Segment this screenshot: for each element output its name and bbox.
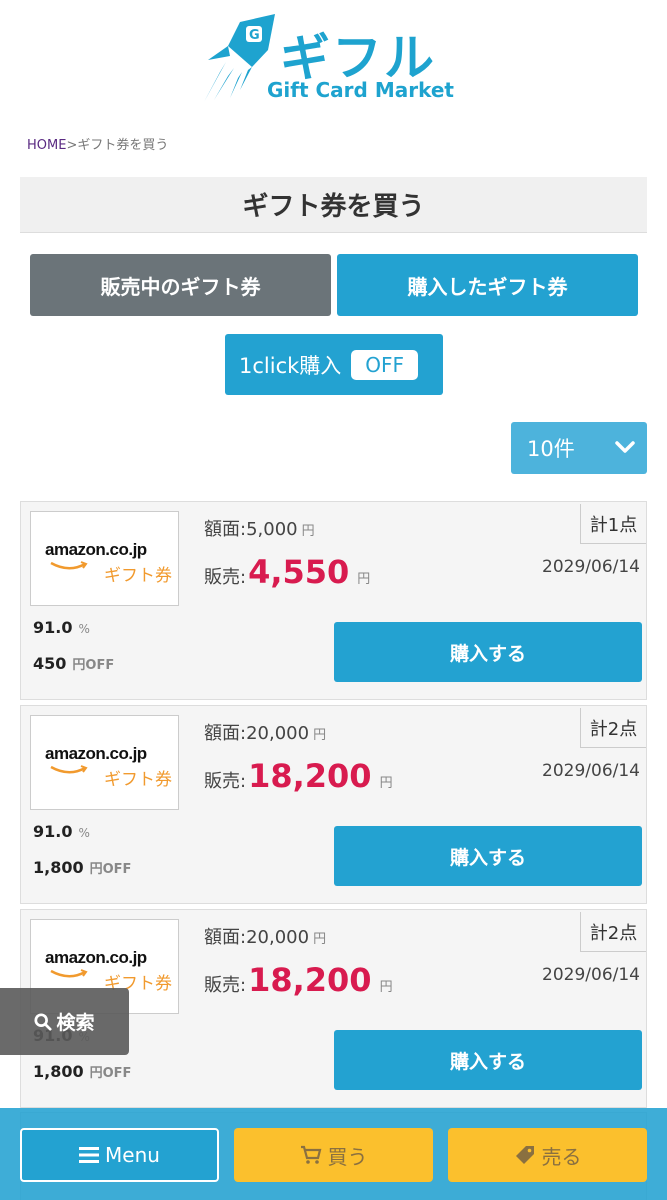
yen-unit: 円 <box>379 776 393 791</box>
oneclick-state-badge[interactable]: OFF <box>351 349 419 380</box>
tag-icon <box>515 1146 534 1164</box>
amazon-gift-text: ギフト券 <box>104 566 172 586</box>
face-value: 額面:20,000 円 <box>204 923 326 949</box>
search-float-button[interactable]: 検索 <box>0 988 129 1055</box>
off-value: 1,800 <box>33 858 84 877</box>
brand-name-en[interactable]: Gift Card Market <box>267 78 454 102</box>
per-page-select[interactable]: 10件 <box>511 422 647 474</box>
face-value: 額面:20,000 円 <box>204 719 326 745</box>
oneclick-purchase-toggle[interactable]: 1click購入 OFF <box>225 334 443 395</box>
off-value: 450 <box>33 654 67 673</box>
tab-purchased-gift-cards[interactable]: 購入したギフト券 <box>337 254 638 316</box>
chevron-down-icon <box>615 441 635 453</box>
listing-date: 2029/06/14 <box>542 965 640 985</box>
hamburger-icon <box>79 1147 100 1163</box>
amazon-brand-text: amazon.co.jp <box>45 540 147 559</box>
face-label: 額面: <box>204 927 247 948</box>
sale-price: 販売: 18,200 円 <box>204 961 393 999</box>
percent-unit: % <box>78 826 90 840</box>
amazon-smile-icon <box>50 561 88 570</box>
amazon-brand-text: amazon.co.jp <box>45 744 147 763</box>
breadcrumb-home-link[interactable]: HOME <box>27 138 66 153</box>
face-label: 額面: <box>204 519 247 540</box>
amazon-gift-text: ギフト券 <box>104 770 172 790</box>
discount-amount: 450 円OFF <box>33 654 114 673</box>
face-value: 額面:5,000 円 <box>204 515 315 541</box>
page-title: ギフト券を買う <box>20 177 647 233</box>
face-amount: 20,000 <box>246 927 310 948</box>
breadcrumb: HOME>ギフト券を買う <box>27 134 168 153</box>
percent-unit: % <box>78 622 90 636</box>
quantity-badge: 計1点 <box>580 504 646 544</box>
yen-off-unit: 円OFF <box>89 1066 132 1081</box>
site-header: G ギフル Gift Card Market <box>0 0 667 120</box>
amazon-smile-icon <box>50 765 88 774</box>
amazon-brand-text: amazon.co.jp <box>45 948 147 967</box>
search-icon <box>34 1012 53 1031</box>
amazon-gift-card-image[interactable]: amazon.co.jp ギフト券 <box>30 511 179 606</box>
yen-unit: 円 <box>313 932 327 947</box>
buy-button[interactable]: 購入する <box>334 1030 642 1090</box>
sale-price: 販売: 18,200 円 <box>204 757 393 795</box>
menu-button[interactable]: Menu <box>20 1128 219 1182</box>
yen-unit: 円 <box>379 980 393 995</box>
breadcrumb-current: ギフト券を買う <box>77 138 169 153</box>
listing-date: 2029/06/14 <box>542 557 640 577</box>
sale-amount: 4,550 <box>248 553 350 591</box>
buy-button[interactable]: 購入する <box>334 826 642 886</box>
breadcrumb-separator: > <box>66 138 78 153</box>
quantity-badge: 計2点 <box>580 912 646 952</box>
sale-price: 販売: 4,550 円 <box>204 553 370 591</box>
amazon-smile-icon <box>50 969 88 978</box>
per-page-value: 10件 <box>527 437 575 461</box>
oneclick-label: 1click購入 <box>239 353 342 378</box>
face-amount: 20,000 <box>246 723 310 744</box>
sell-nav-button[interactable]: 売る <box>448 1128 647 1182</box>
tab-selling-gift-cards[interactable]: 販売中のギフト券 <box>30 254 331 316</box>
svg-text:G: G <box>249 28 260 43</box>
sale-label: 販売: <box>204 567 247 588</box>
listing-card: amazon.co.jp ギフト券 額面:5,000 円 計1点 販売: 4,550… <box>20 501 647 700</box>
discount-rate: 91.0% <box>33 618 90 637</box>
rate-value: 91.0 <box>33 618 73 637</box>
rate-value: 91.0 <box>33 822 73 841</box>
menu-label: Menu <box>105 1143 160 1167</box>
off-value: 1,800 <box>33 1062 84 1081</box>
yen-unit: 円 <box>313 728 327 743</box>
yen-off-unit: 円OFF <box>72 658 115 673</box>
sell-nav-label: 売る <box>541 1144 582 1169</box>
cart-icon <box>300 1145 321 1164</box>
discount-amount: 1,800 円OFF <box>33 858 131 877</box>
sale-label: 販売: <box>204 771 247 792</box>
buy-nav-label: 買う <box>327 1144 368 1169</box>
buy-button[interactable]: 購入する <box>334 622 642 682</box>
bottom-nav-bar: Menu 買う 売る <box>0 1108 667 1200</box>
quantity-badge: 計2点 <box>580 708 646 748</box>
sale-label: 販売: <box>204 975 247 996</box>
yen-unit: 円 <box>301 524 315 539</box>
sale-amount: 18,200 <box>248 757 372 795</box>
face-label: 額面: <box>204 723 247 744</box>
yen-off-unit: 円OFF <box>89 862 132 877</box>
buy-nav-button[interactable]: 買う <box>234 1128 433 1182</box>
discount-amount: 1,800 円OFF <box>33 1062 131 1081</box>
amazon-gift-card-image[interactable]: amazon.co.jp ギフト券 <box>30 715 179 810</box>
listing-date: 2029/06/14 <box>542 761 640 781</box>
search-float-label: 検索 <box>56 1012 95 1034</box>
yen-unit: 円 <box>357 572 371 587</box>
discount-rate: 91.0% <box>33 822 90 841</box>
sale-amount: 18,200 <box>248 961 372 999</box>
listing-card: amazon.co.jp ギフト券 額面:20,000 円 計2点 販売: 18,2… <box>20 705 647 904</box>
face-amount: 5,000 <box>246 519 298 540</box>
